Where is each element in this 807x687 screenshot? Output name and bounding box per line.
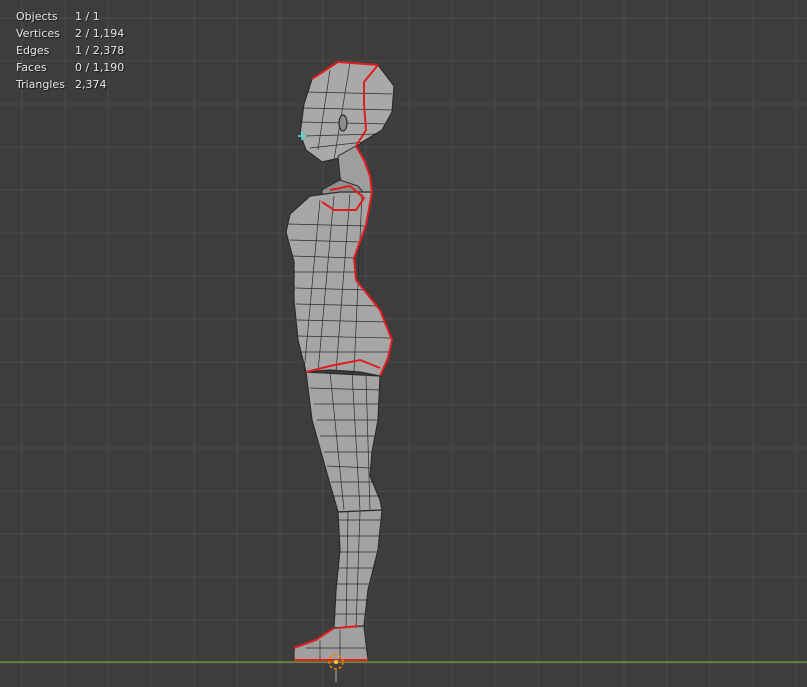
viewport-canvas[interactable] bbox=[0, 0, 807, 687]
stat-value: 2 / 1,194 bbox=[75, 27, 125, 40]
stat-label: Edges bbox=[16, 44, 50, 57]
stat-row-faces: Faces 0 / 1,190 bbox=[16, 59, 124, 76]
mesh-eye bbox=[338, 114, 348, 132]
stat-value: 1 / 1 bbox=[75, 10, 100, 23]
stat-row-vertices: Vertices 2 / 1,194 bbox=[16, 25, 124, 42]
stat-value: 0 / 1,190 bbox=[75, 61, 125, 74]
stat-label: Faces bbox=[16, 61, 47, 74]
floor-grid bbox=[0, 0, 807, 687]
stat-label: Vertices bbox=[16, 27, 60, 40]
stat-row-objects: Objects 1 / 1 bbox=[16, 8, 124, 25]
stat-value: 1 / 2,378 bbox=[75, 44, 125, 57]
scene-statistics-overlay: Objects 1 / 1 Vertices 2 / 1,194 Edges 1… bbox=[16, 8, 124, 93]
stat-label: Objects bbox=[16, 10, 58, 23]
character-mesh[interactable] bbox=[285, 60, 395, 661]
stat-row-edges: Edges 1 / 2,378 bbox=[16, 42, 124, 59]
stat-value: 2,374 bbox=[75, 78, 107, 91]
stat-row-triangles: Triangles 2,374 bbox=[16, 76, 124, 93]
stat-label: Triangles bbox=[16, 78, 65, 91]
mesh-torso[interactable] bbox=[285, 191, 393, 377]
3d-viewport[interactable]: Objects 1 / 1 Vertices 2 / 1,194 Edges 1… bbox=[0, 0, 807, 687]
